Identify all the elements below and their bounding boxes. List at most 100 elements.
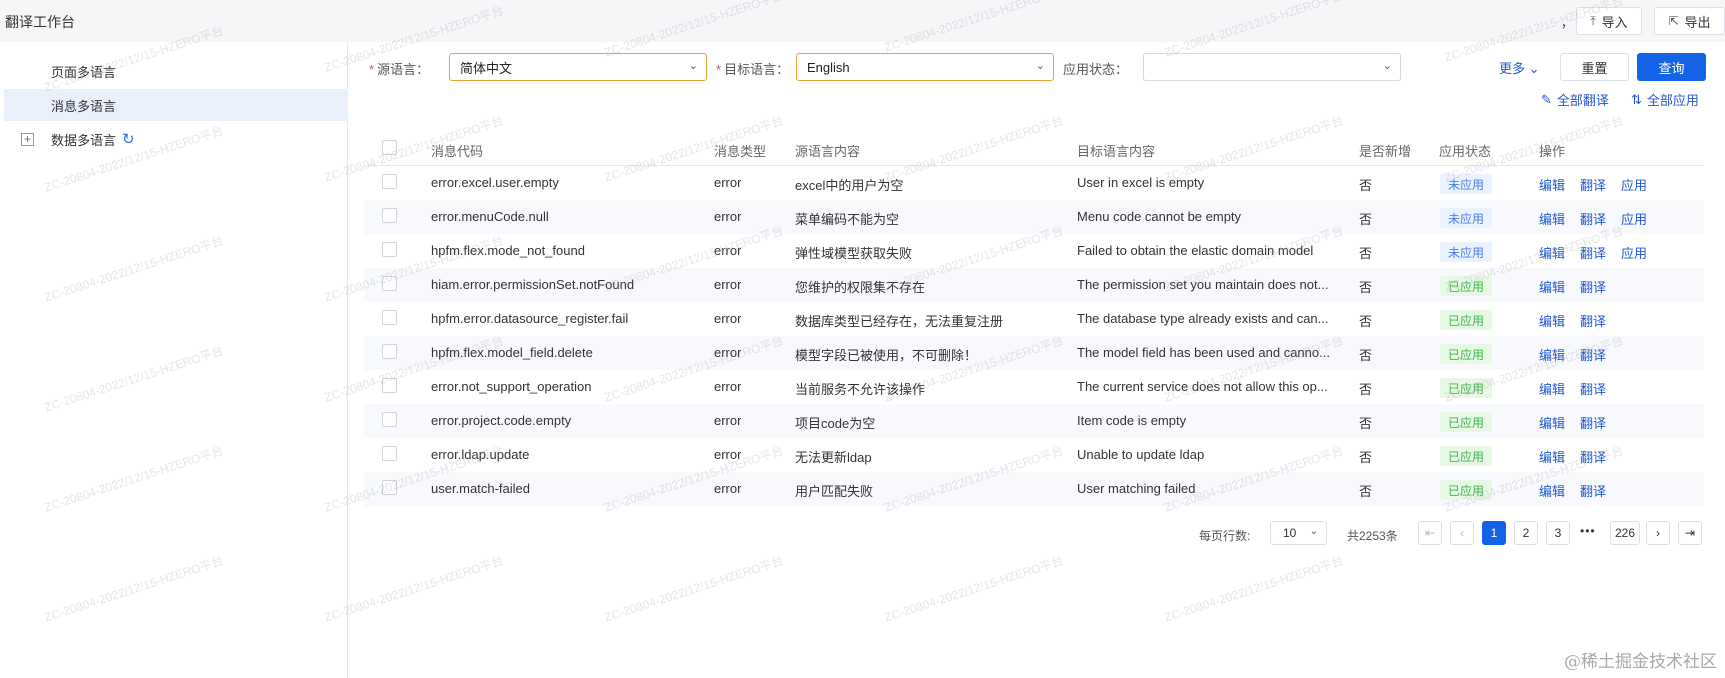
chevron-down-icon: ⌄ bbox=[688, 60, 698, 72]
source-content: 模型字段已被使用，不可删除！ bbox=[795, 348, 978, 363]
target-language-select[interactable]: English ⌄ bbox=[796, 53, 1054, 81]
export-button[interactable]: ⇱ 导出 bbox=[1654, 7, 1725, 35]
translate-link[interactable]: 翻译 bbox=[1580, 277, 1606, 296]
import-button[interactable]: ⤒ 导入 bbox=[1576, 7, 1642, 35]
prev-page-button[interactable]: ‹ bbox=[1450, 521, 1474, 545]
is-new-value: 否 bbox=[1359, 382, 1373, 397]
edit-link[interactable]: 编辑 bbox=[1539, 379, 1565, 398]
message-code: user.match-failed bbox=[431, 481, 530, 496]
target-content: User matching failed bbox=[1077, 481, 1196, 496]
status-badge: 已应用 bbox=[1440, 378, 1492, 398]
message-code: hpfm.flex.model_field.delete bbox=[431, 345, 593, 360]
source-content: 用户匹配失败 bbox=[795, 484, 874, 499]
edit-link[interactable]: 编辑 bbox=[1539, 481, 1565, 500]
page-ellipsis[interactable]: ••• bbox=[1580, 524, 1596, 538]
first-page-button[interactable]: ⇤ bbox=[1418, 521, 1442, 545]
edit-link[interactable]: 编辑 bbox=[1539, 311, 1565, 330]
row-checkbox[interactable] bbox=[382, 242, 397, 257]
row-checkbox[interactable] bbox=[382, 310, 397, 325]
translate-link[interactable]: 翻译 bbox=[1580, 447, 1606, 466]
source-content: excel中的用户为空 bbox=[795, 178, 904, 193]
status-badge: 未应用 bbox=[1440, 174, 1492, 194]
apply-link[interactable]: 应用 bbox=[1621, 243, 1647, 262]
edit-link[interactable]: 编辑 bbox=[1539, 277, 1565, 296]
app-title: 翻译工作台 bbox=[5, 14, 75, 30]
edit-link[interactable]: 编辑 bbox=[1539, 175, 1565, 194]
row-checkbox[interactable] bbox=[382, 446, 397, 461]
target-content: Item code is empty bbox=[1077, 413, 1187, 428]
edit-link[interactable]: 编辑 bbox=[1539, 413, 1565, 432]
apply-link[interactable]: 应用 bbox=[1621, 175, 1647, 194]
apply-link[interactable]: 应用 bbox=[1621, 209, 1647, 228]
source-content: 无法更新ldap bbox=[795, 450, 872, 465]
edit-link[interactable]: 编辑 bbox=[1539, 209, 1565, 228]
is-new-value: 否 bbox=[1359, 280, 1373, 295]
edit-link[interactable]: 编辑 bbox=[1539, 243, 1565, 262]
row-checkbox[interactable] bbox=[382, 412, 397, 427]
source-content: 菜单编码不能为空 bbox=[795, 212, 900, 227]
message-type: error bbox=[714, 209, 742, 224]
translate-icon: ✎ bbox=[1541, 91, 1552, 107]
page-button[interactable]: 1 bbox=[1482, 521, 1506, 545]
next-page-button[interactable]: › bbox=[1646, 521, 1670, 545]
source-language-label: * 源语言： bbox=[369, 62, 430, 77]
row-checkbox[interactable] bbox=[382, 174, 397, 189]
translate-link[interactable]: 翻译 bbox=[1580, 209, 1606, 228]
edit-link[interactable]: 编辑 bbox=[1539, 447, 1565, 466]
row-checkbox[interactable] bbox=[382, 378, 397, 393]
row-checkbox[interactable] bbox=[382, 208, 397, 223]
edit-link[interactable]: 编辑 bbox=[1539, 345, 1565, 364]
target-content: User in excel is empty bbox=[1077, 175, 1205, 190]
sidebar-item-data-i18n[interactable]: + 数据多语言 ↻ bbox=[4, 123, 348, 155]
row-checkbox[interactable] bbox=[382, 480, 397, 495]
table-row: hpfm.error.datasource_register.fail error… bbox=[364, 302, 1704, 336]
expand-icon[interactable]: + bbox=[21, 132, 34, 146]
page-size-select[interactable]: 10 ⌄ bbox=[1270, 521, 1327, 545]
translate-link[interactable]: 翻译 bbox=[1580, 311, 1606, 330]
row-checkbox[interactable] bbox=[382, 344, 397, 359]
more-filters-toggle[interactable]: 更多 ⌄ bbox=[1499, 58, 1540, 77]
translate-link[interactable]: 翻译 bbox=[1580, 481, 1606, 500]
source-language-select[interactable]: 简体中文 ⌄ bbox=[449, 53, 707, 81]
refresh-icon[interactable]: ↻ bbox=[122, 130, 135, 148]
row-checkbox[interactable] bbox=[382, 276, 397, 291]
message-type: error bbox=[714, 413, 742, 428]
page-button[interactable]: 2 bbox=[1514, 521, 1538, 545]
message-code: hiam.error.permissionSet.notFound bbox=[431, 277, 635, 292]
sidebar-item-message-i18n[interactable]: 消息多语言 bbox=[4, 89, 348, 121]
last-page-number[interactable]: 226 bbox=[1610, 521, 1641, 545]
translate-link[interactable]: 翻译 bbox=[1580, 379, 1606, 398]
message-code: hpfm.error.datasource_register.fail bbox=[431, 311, 629, 326]
translate-all-button[interactable]: ✎ 全部翻译 bbox=[1541, 90, 1609, 109]
message-code: error.excel.user.empty bbox=[431, 175, 559, 190]
source-content: 项目code为空 bbox=[795, 416, 876, 431]
chevron-down-icon: ⌄ bbox=[1525, 61, 1540, 76]
translate-link[interactable]: 翻译 bbox=[1580, 175, 1606, 194]
sidebar-item-page-i18n[interactable]: 页面多语言 bbox=[4, 55, 348, 87]
chevron-down-icon: ⌄ bbox=[1309, 526, 1318, 537]
message-code: error.not_support_operation bbox=[431, 379, 592, 394]
query-button[interactable]: 查询 bbox=[1637, 53, 1706, 81]
source-content: 弹性域模型获取失败 bbox=[795, 246, 913, 261]
translate-link[interactable]: 翻译 bbox=[1580, 413, 1606, 432]
is-new-value: 否 bbox=[1359, 178, 1373, 193]
reset-button[interactable]: 重置 bbox=[1560, 53, 1629, 81]
status-badge: 未应用 bbox=[1440, 208, 1492, 228]
page-button[interactable]: 3 bbox=[1546, 521, 1570, 545]
message-type: error bbox=[714, 311, 742, 326]
source-content: 您维护的权限集不存在 bbox=[795, 280, 926, 295]
translate-link[interactable]: 翻译 bbox=[1580, 345, 1606, 364]
apply-status-select[interactable]: ⌄ bbox=[1143, 53, 1401, 81]
is-new-value: 否 bbox=[1359, 416, 1373, 431]
source-content: 当前服务不允许该操作 bbox=[795, 382, 926, 397]
sidebar: 页面多语言 消息多语言 + 数据多语言 ↻ bbox=[0, 42, 348, 678]
table-row: hpfm.flex.model_field.delete error 模型字段已被使… bbox=[364, 336, 1704, 370]
message-type: error bbox=[714, 481, 742, 496]
last-page-button[interactable]: ⇥ bbox=[1678, 521, 1702, 545]
status-badge: 已应用 bbox=[1440, 344, 1492, 364]
apply-all-button[interactable]: ⇅ 全部应用 bbox=[1631, 90, 1699, 109]
translate-link[interactable]: 翻译 bbox=[1580, 243, 1606, 262]
select-all-checkbox[interactable] bbox=[382, 140, 397, 155]
status-badge: 已应用 bbox=[1440, 446, 1492, 466]
total-count: 共2253条 bbox=[1347, 529, 1398, 543]
